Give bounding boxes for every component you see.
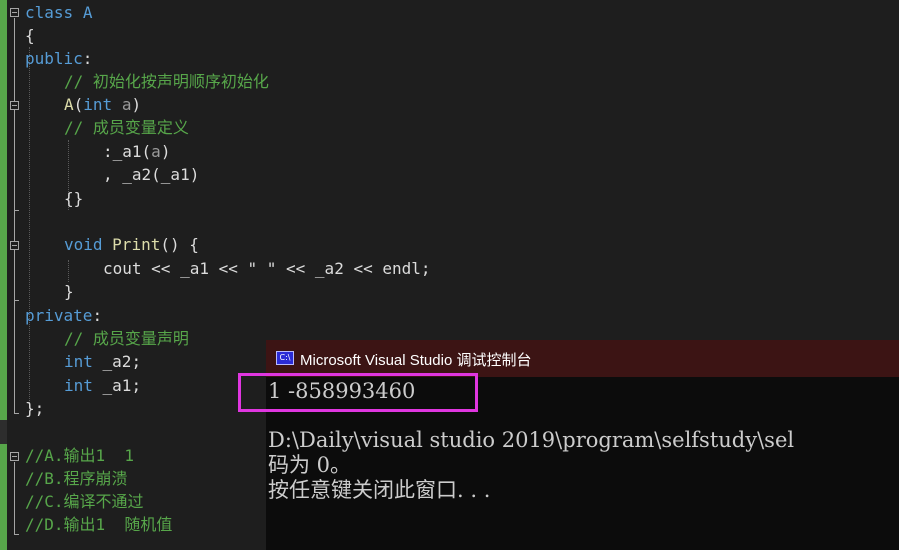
console-output-path: D:\Daily\visual studio 2019\program\self…	[268, 428, 795, 452]
code-comment-member-decl[interactable]: // 成员变量声明	[64, 327, 189, 350]
code-option-b[interactable]: //B.程序崩溃	[25, 467, 128, 490]
parameter: a	[151, 142, 161, 161]
console-titlebar[interactable]: C:\ Microsoft Visual Studio 调试控制台	[266, 340, 899, 377]
fold-end-class	[14, 413, 19, 414]
fold-end-comments	[14, 534, 19, 535]
code-private-label[interactable]: private:	[25, 304, 102, 327]
type-keyword: int	[64, 352, 93, 371]
code-line-3[interactable]: public:	[25, 47, 92, 70]
code-text: :_a1(	[103, 142, 152, 161]
fold-toggle-class[interactable]	[10, 8, 19, 17]
fold-toggle-print[interactable]	[10, 241, 19, 250]
function-name: Print	[112, 235, 161, 254]
fold-line-class	[14, 18, 15, 413]
output-highlight-box	[238, 373, 478, 412]
indent-guide	[68, 260, 69, 282]
code-constructor-signature[interactable]: A(int a)	[64, 93, 141, 116]
debug-console-window[interactable]: C:\ Microsoft Visual Studio 调试控制台 1 -858…	[266, 340, 899, 550]
type-keyword: int	[64, 376, 93, 395]
code-close-brace[interactable]: }	[64, 280, 74, 303]
keyword: class	[25, 3, 74, 22]
code-comment-member-def[interactable]: // 成员变量定义	[64, 116, 189, 139]
punctuation: :	[82, 49, 93, 68]
type-keyword: int	[83, 95, 113, 114]
console-press-key: 按任意键关闭此窗口. . .	[268, 478, 491, 502]
console-exit-code: 码为 0。	[268, 453, 352, 477]
punctuation: :	[92, 306, 103, 325]
code-print-signature[interactable]: void Print() {	[64, 233, 199, 256]
code-comment-init-order[interactable]: // 初始化按声明顺序初始化	[64, 70, 269, 93]
code-class-end[interactable]: };	[25, 397, 44, 420]
fold-line-comments	[14, 462, 15, 534]
function-name: A	[64, 95, 74, 114]
keyword: public	[25, 49, 83, 68]
code-initializer-a2[interactable]: , _a2(_a1)	[103, 163, 199, 186]
fold-toggle-comments[interactable]	[10, 452, 19, 461]
code-initializer-a1[interactable]: :_a1(a)	[103, 140, 170, 163]
type-keyword: void	[64, 235, 103, 254]
code-member-a2[interactable]: int _a2;	[64, 350, 141, 373]
code-member-a1[interactable]: int _a1;	[64, 374, 141, 397]
code-line-1[interactable]: class A	[25, 1, 92, 24]
keyword: private	[25, 306, 93, 325]
code-text: () {	[160, 235, 199, 254]
code-text: _a1;	[92, 376, 142, 395]
console-title: Microsoft Visual Studio 调试控制台	[300, 352, 532, 369]
code-text: _a2;	[92, 352, 142, 371]
class-name: A	[82, 3, 93, 22]
code-text: )	[160, 142, 171, 161]
console-app-icon: C:\	[276, 351, 294, 365]
code-line-2[interactable]: {	[25, 24, 35, 47]
punctuation: (	[73, 95, 84, 114]
code-option-d[interactable]: //D.输出1 随机值	[25, 513, 172, 536]
code-cout-statement[interactable]: cout << _a1 << " " << _a2 << endl;	[103, 257, 431, 280]
code-option-c[interactable]: //C.编译不通过	[25, 490, 144, 513]
punctuation: )	[131, 95, 142, 114]
code-option-a[interactable]: //A.输出1 1	[25, 444, 134, 467]
fold-toggle-constructor[interactable]	[10, 101, 19, 110]
indent-guide	[29, 47, 30, 407]
fold-end-constructor	[14, 210, 19, 211]
fold-end-print	[14, 300, 19, 301]
code-empty-body[interactable]: {}	[64, 187, 83, 210]
change-margin-lower	[0, 444, 7, 550]
